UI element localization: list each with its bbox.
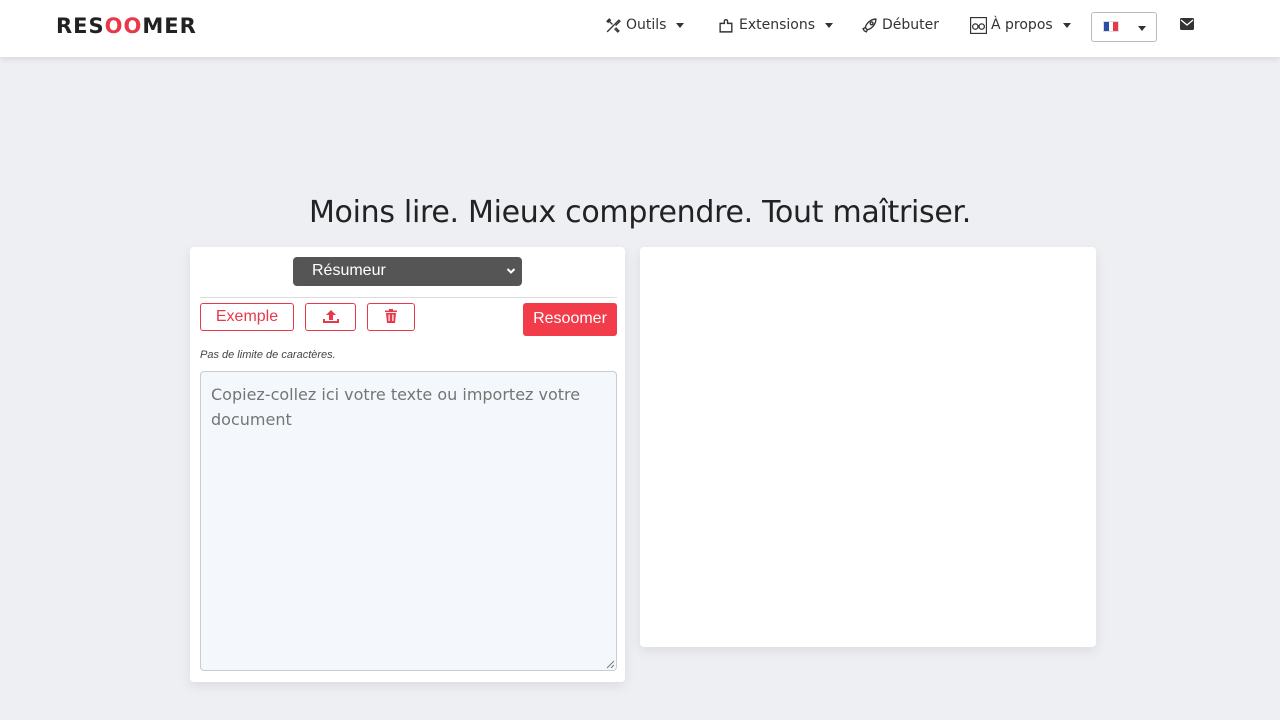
chevron-down-icon bbox=[1062, 22, 1071, 28]
nav-item-label: Extensions bbox=[739, 17, 816, 33]
logo-text-oo: OO bbox=[104, 14, 143, 38]
chevron-down-icon bbox=[1138, 26, 1146, 31]
language-select[interactable] bbox=[1091, 12, 1157, 42]
input-panel: Résumeur Exemple Resoomer Pas de limite … bbox=[190, 247, 625, 682]
logo-text-start: RES bbox=[56, 14, 105, 38]
delete-button[interactable] bbox=[367, 303, 415, 331]
example-button[interactable]: Exemple bbox=[200, 303, 294, 331]
mail-icon[interactable] bbox=[1180, 18, 1194, 30]
nav-item-label: À propos bbox=[991, 17, 1053, 33]
resize-handle-icon[interactable] bbox=[606, 660, 615, 669]
nav-item-label: Débuter bbox=[882, 17, 940, 33]
tools-icon bbox=[606, 17, 621, 33]
nav-item-debuter[interactable]: Débuter bbox=[861, 15, 939, 35]
divider bbox=[200, 297, 617, 298]
logo[interactable]: RESOOMER bbox=[56, 14, 197, 38]
nav-item-extensions[interactable]: Extensions bbox=[718, 15, 834, 35]
nav-item-label: Outils bbox=[626, 17, 667, 33]
nav-item-outils[interactable]: Outils bbox=[605, 15, 685, 35]
resoomer-submit-button[interactable]: Resoomer bbox=[523, 303, 617, 336]
mode-select[interactable]: Résumeur bbox=[293, 257, 522, 286]
top-navbar: RESOOMER Outils Extensions Débuter À pro… bbox=[0, 0, 1280, 57]
upload-icon bbox=[322, 310, 339, 323]
text-input[interactable] bbox=[200, 371, 617, 671]
logo-text-end: MER bbox=[142, 14, 197, 38]
output-panel bbox=[640, 247, 1096, 647]
chevron-down-icon bbox=[506, 268, 516, 274]
trash-icon bbox=[385, 309, 397, 323]
rocket-icon bbox=[862, 17, 877, 33]
chevron-down-icon bbox=[825, 22, 834, 28]
character-limit-hint: Pas de limite de caractères. bbox=[200, 349, 336, 361]
mode-select-value: Résumeur bbox=[312, 262, 386, 279]
chevron-down-icon bbox=[676, 22, 685, 28]
glasses-icon bbox=[970, 16, 987, 34]
page-title: Moins lire. Mieux comprendre. Tout maîtr… bbox=[308, 195, 972, 230]
puzzle-icon bbox=[719, 18, 733, 33]
fr-flag-icon bbox=[1103, 21, 1119, 32]
nav-item-a-propos[interactable]: À propos bbox=[970, 15, 1071, 35]
upload-button[interactable] bbox=[305, 303, 356, 331]
